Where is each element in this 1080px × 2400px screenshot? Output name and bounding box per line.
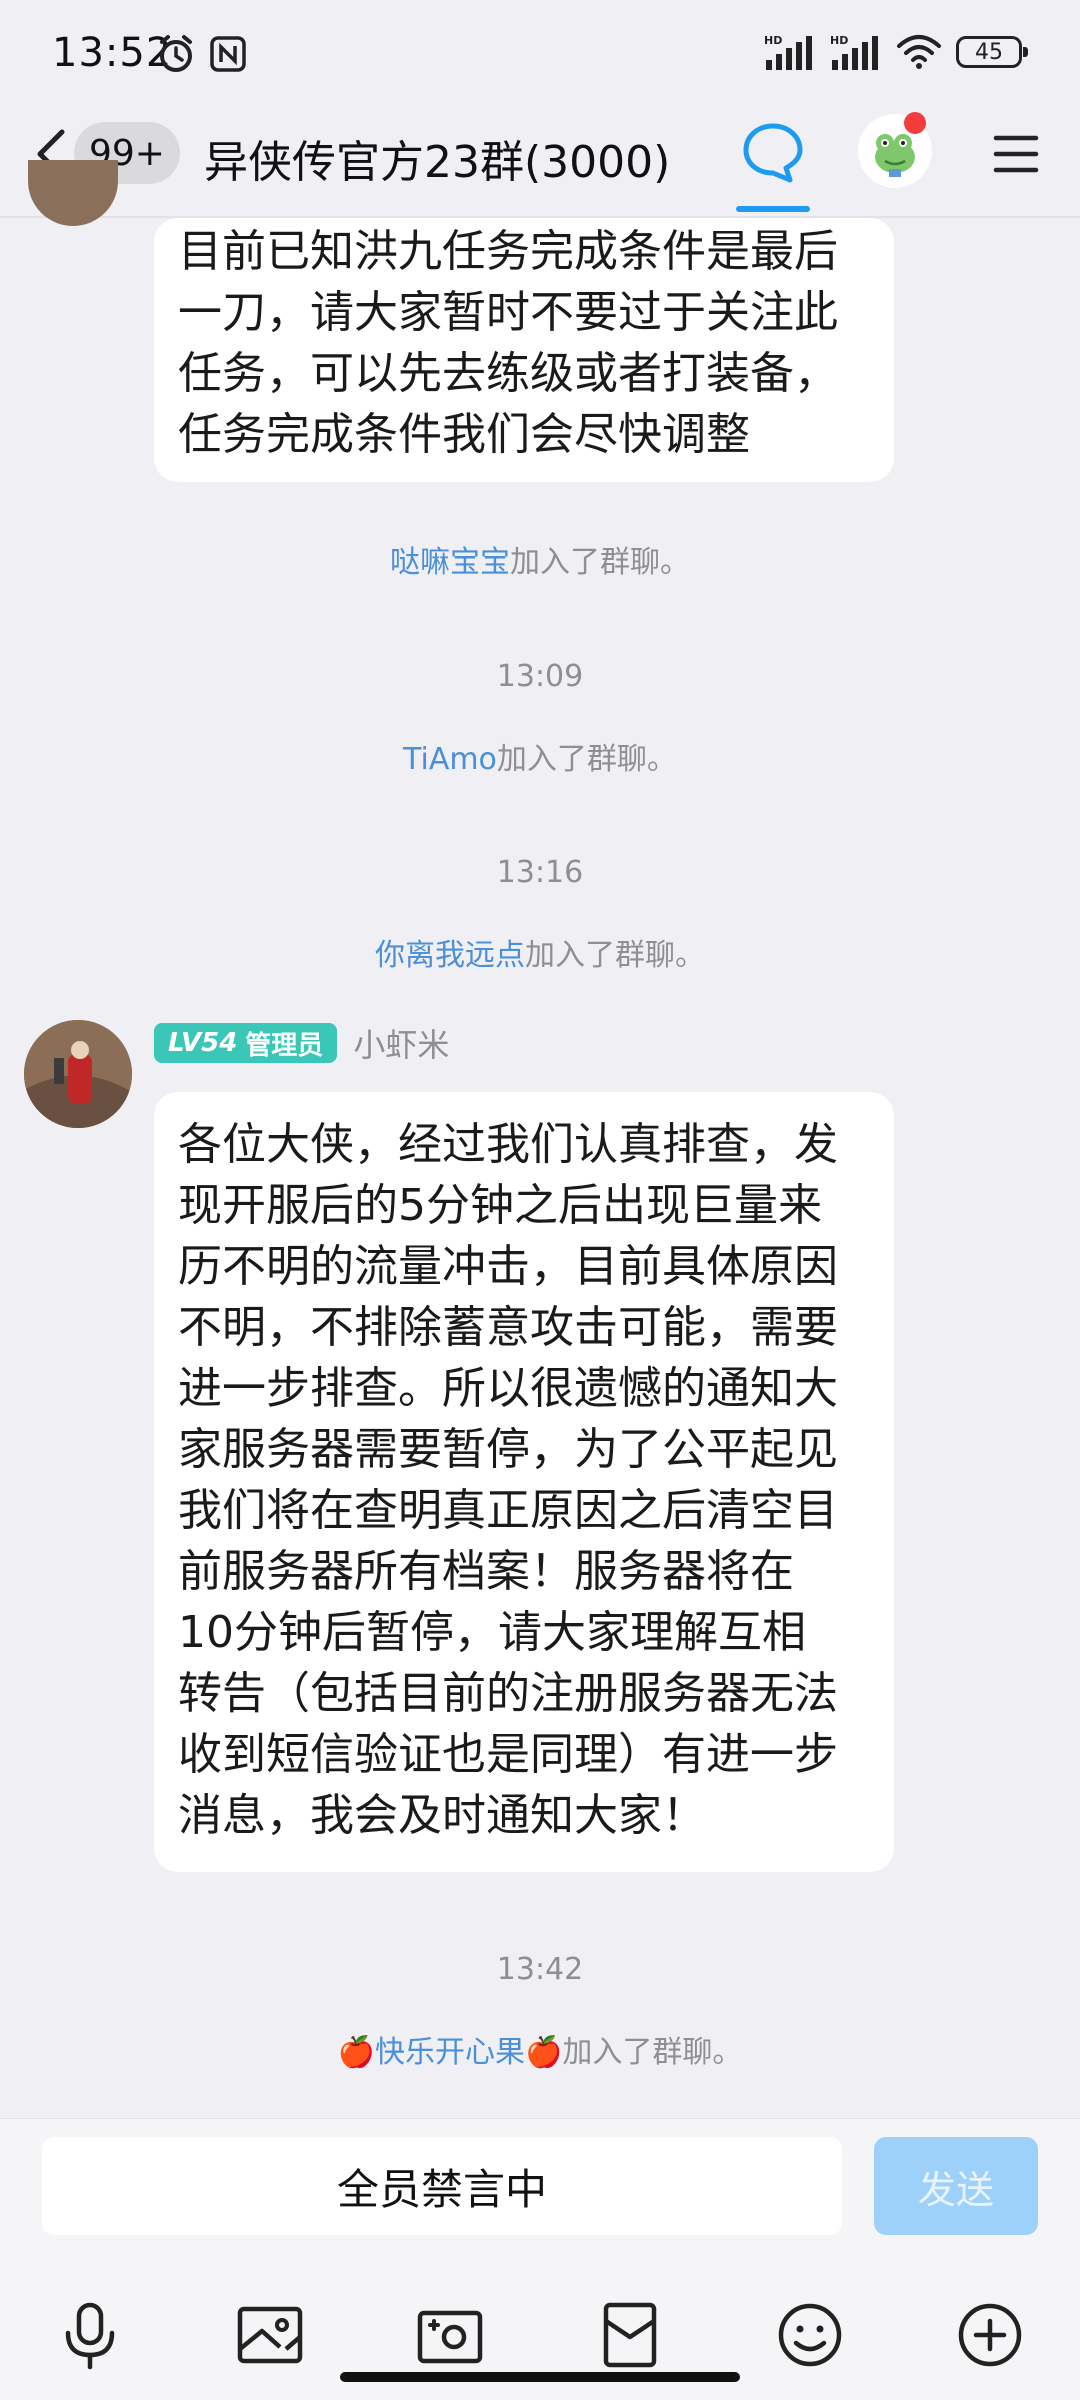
message-line: 转告（包括目前的注册服务器无法 [178, 1668, 838, 1719]
message-line: 目前已知洪九任务完成条件是最后 [178, 226, 838, 277]
timestamp: 13:09 [496, 659, 584, 694]
status-bar: 13:52 HD HD 45 [0, 0, 1080, 100]
member-nickname-link[interactable]: 你离我远点 [375, 938, 525, 973]
menu-icon[interactable] [990, 128, 1042, 180]
svg-text:HD: HD [830, 34, 848, 47]
message-line: 各位大侠，经过我们认真排查，发 [178, 1119, 838, 1170]
join-text: 加入了群聊。 [510, 545, 690, 580]
status-icons-right: HD HD 45 [764, 34, 1028, 70]
level-admin-badge: LV54 管理员 [154, 1023, 338, 1063]
system-join-notice: 你离我远点加入了群聊。 [0, 930, 1080, 974]
join-text: 加入了群聊。 [525, 938, 705, 973]
alarm-icon [160, 35, 192, 72]
send-button[interactable]: 发送 [874, 2137, 1038, 2235]
signal-icon: HD [764, 34, 812, 70]
join-text: 加入了群聊。 [496, 742, 677, 777]
message-line: 收到短信验证也是同理）有进一步 [178, 1729, 838, 1780]
message-line: 家服务器需要暂停，为了公平起见 [178, 1424, 838, 1475]
system-join-notice: 🍎快乐开心果🍎加入了群聊。 [0, 2027, 1080, 2071]
message-bubble[interactable]: 各位大侠，经过我们认真排查，发 现开服后的5分钟之后出现巨量来 历不明的流量冲击… [154, 1092, 894, 1872]
message-line: 进一步排查。所以很遗憾的通知大 [178, 1363, 838, 1414]
image-icon[interactable] [234, 2299, 306, 2371]
avatar-image [24, 1020, 132, 1128]
svg-text:HD: HD [764, 34, 782, 47]
battery-indicator: 45 [956, 36, 1028, 68]
member-nickname-link[interactable]: 哒嘛宝宝 [390, 545, 510, 580]
sender-avatar[interactable] [24, 1020, 132, 1128]
chat-header: 99+ 异侠传官方23群(3000) [0, 100, 1080, 218]
input-bar: 全员禁言中 发送 [0, 2118, 1080, 2400]
microphone-icon[interactable] [54, 2299, 126, 2371]
message-bubble[interactable]: 目前已知洪九任务完成条件是最后 一刀，请大家暂时不要过于关注此 任务，可以先去练… [154, 218, 894, 482]
chat-title[interactable]: 异侠传官方23群(3000) [204, 126, 670, 190]
timestamp: 13:42 [496, 1952, 584, 1987]
red-packet-icon[interactable] [594, 2299, 666, 2371]
join-text: 加入了群聊。 [562, 2035, 743, 2070]
apple-emoji: 🍎 [525, 2035, 563, 2070]
member-nickname-link[interactable]: 快乐开心果 [375, 2035, 525, 2070]
home-indicator[interactable] [340, 2372, 740, 2382]
input-toolbar [0, 2299, 1080, 2379]
timestamp: 13:16 [496, 855, 584, 890]
level-label: LV54 [168, 1028, 238, 1058]
apple-emoji: 🍎 [337, 2035, 375, 2070]
message-line: 前服务器所有档案！服务器将在 [178, 1546, 794, 1597]
message-line: 消息，我会及时通知大家！ [178, 1790, 706, 1841]
message-line: 现开服后的5分钟之后出现巨量来 [178, 1180, 822, 1231]
message-line: 不明，不排除蓄意攻击可能，需要 [178, 1302, 838, 1353]
sender-info: LV54 管理员 小虾米 [154, 1020, 449, 1066]
message-line: 10分钟后暂停，请大家理解互相 [178, 1607, 806, 1658]
system-join-notice: TiAmo加入了群聊。 [0, 734, 1080, 778]
signal-icon-2: HD [830, 34, 878, 70]
plus-icon[interactable] [954, 2299, 1026, 2371]
member-nickname-link[interactable]: TiAmo [403, 742, 497, 777]
muted-input-field: 全员禁言中 [42, 2137, 842, 2235]
chat-bubble-icon[interactable] [740, 120, 806, 186]
message-line: 我们将在查明真正原因之后清空目 [178, 1485, 838, 1536]
wifi-icon [897, 35, 941, 69]
role-label: 管理员 [245, 1030, 324, 1061]
message-line: 一刀，请大家暂时不要过于关注此 [178, 287, 838, 338]
sender-name[interactable]: 小虾米 [353, 1020, 449, 1066]
camera-icon[interactable] [414, 2299, 486, 2371]
active-tab-indicator [736, 206, 810, 212]
message-line: 任务完成条件我们会尽快调整 [178, 409, 750, 460]
nfc-icon [210, 36, 246, 72]
message-line: 历不明的流量冲击，目前具体原因 [178, 1241, 838, 1292]
status-icons-left [156, 34, 248, 74]
emoji-icon[interactable] [774, 2299, 846, 2371]
message-line: 任务，可以先去练级或者打装备， [178, 348, 838, 399]
notification-dot [904, 112, 926, 134]
status-time: 13:52 [52, 30, 173, 76]
system-join-notice: 哒嘛宝宝加入了群聊。 [0, 537, 1080, 581]
